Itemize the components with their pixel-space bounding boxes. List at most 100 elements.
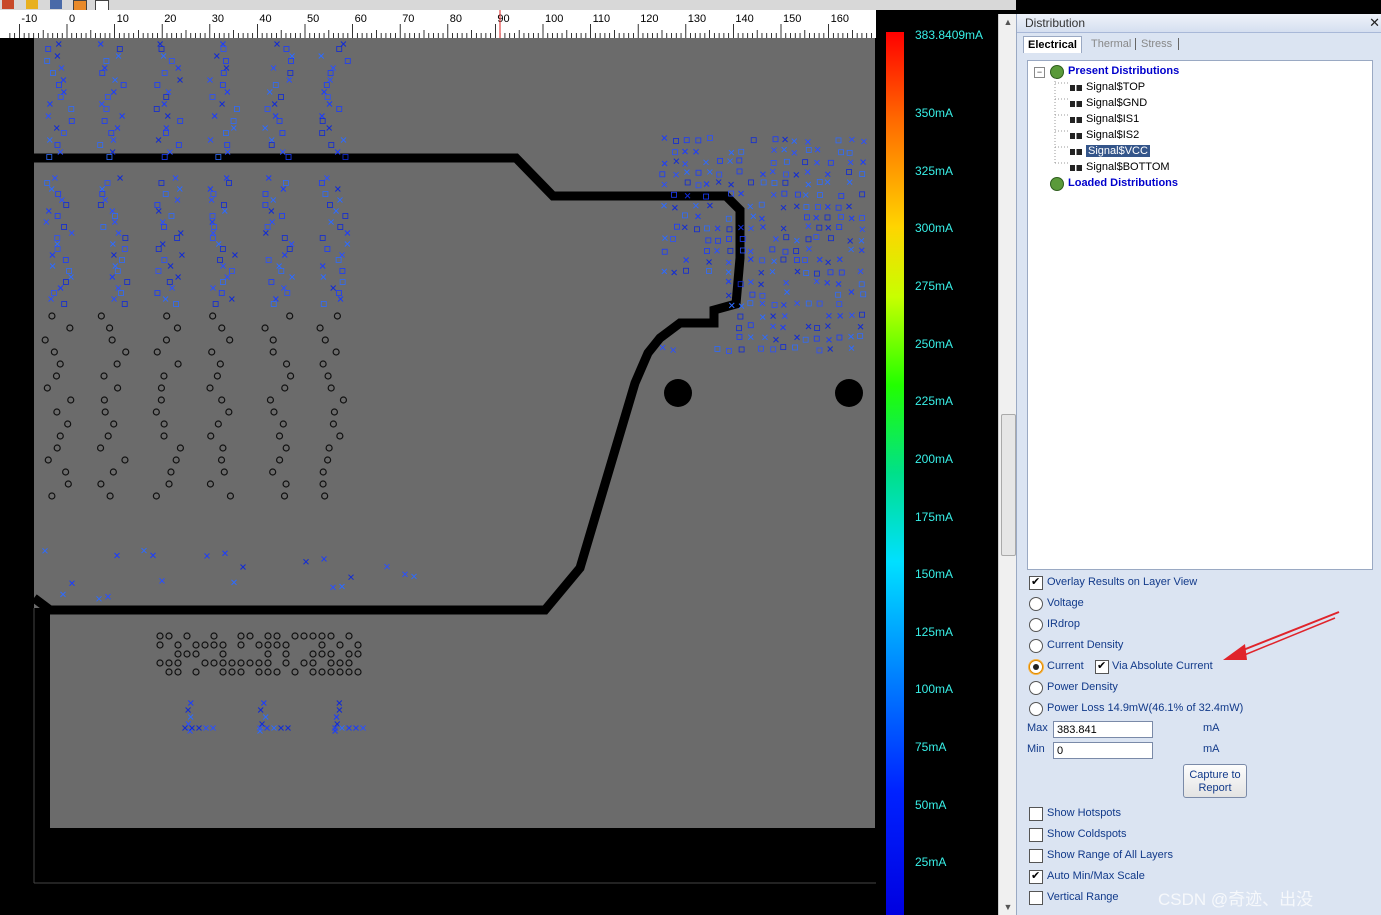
panel-titlebar: Distribution ✕ <box>1017 14 1381 33</box>
max-field[interactable]: 383.841 <box>1053 721 1153 738</box>
scale-label: 125mA <box>915 625 954 639</box>
pcb-board[interactable] <box>0 38 876 915</box>
show-range-all-layers-label: Show Range of All Layers <box>1047 849 1173 861</box>
ruler-label: 0 <box>69 13 75 25</box>
voltage-label: Voltage <box>1047 597 1084 609</box>
tab-electrical[interactable]: Electrical <box>1023 36 1082 53</box>
tab-thermal[interactable]: Thermal <box>1087 36 1135 52</box>
show-hotspots-label: Show Hotspots <box>1047 807 1121 819</box>
max-label: Max <box>1027 722 1048 734</box>
signal-icon <box>1070 117 1082 123</box>
capture-button-line1: Capture to <box>1189 769 1241 781</box>
min-unit: mA <box>1203 743 1220 755</box>
tree-item-signal[interactable]: Signal$TOP <box>1086 81 1145 93</box>
auto-minmax-label: Auto Min/Max Scale <box>1047 870 1145 882</box>
panel-title: Distribution <box>1025 16 1086 30</box>
tree-item-signal[interactable]: Signal$IS1 <box>1086 113 1139 125</box>
tab-stress[interactable]: Stress <box>1137 36 1176 52</box>
horizontal-ruler: -10 0 10 20 30 40 50 60 70 80 90 100 110 120 130 140 150… <box>0 10 876 39</box>
show-hotspots-checkbox[interactable] <box>1029 807 1043 821</box>
tree-item-signal[interactable]: Signal$VCC <box>1086 145 1150 157</box>
via-absolute-checkbox[interactable] <box>1095 659 1109 674</box>
signal-icon <box>1070 149 1082 155</box>
ruler-label: 10 <box>117 13 129 25</box>
scale-label: 200mA <box>915 452 954 466</box>
max-unit: mA <box>1203 722 1220 734</box>
current-color-scale: 383.8409mA 350mA 325mA 300mA 275mA 250mA 225mA… <box>876 14 998 915</box>
ruler-label: 80 <box>450 13 462 25</box>
ruler-label: 70 <box>402 13 414 25</box>
ruler-label: 150 <box>783 13 801 25</box>
close-icon[interactable]: ✕ <box>1369 15 1380 31</box>
scale-label: 150mA <box>915 567 954 581</box>
tree-item-signal[interactable]: Signal$IS2 <box>1086 129 1139 141</box>
tab-separator <box>1178 38 1179 50</box>
scroll-down-icon[interactable]: ▼ <box>1002 901 1014 913</box>
capture-to-report-button[interactable]: Capture to Report <box>1183 764 1247 798</box>
layout-canvas[interactable] <box>0 38 876 915</box>
vertical-range-checkbox[interactable] <box>1029 891 1043 905</box>
ruler-label: 110 <box>593 13 611 25</box>
ruler-label: 20 <box>164 13 176 25</box>
ruler-label: 30 <box>212 13 224 25</box>
ruler-label: 90 <box>497 13 509 25</box>
show-coldspots-label: Show Coldspots <box>1047 828 1127 840</box>
ruler-label: 40 <box>259 13 271 25</box>
watermark: CSDN @奇迹、出没 <box>1158 890 1314 909</box>
ruler-label: -10 <box>21 13 37 25</box>
scroll-up-icon[interactable]: ▲ <box>1002 16 1014 28</box>
show-coldspots-checkbox[interactable] <box>1029 828 1043 842</box>
scroll-thumb[interactable] <box>1001 414 1016 556</box>
current-radio[interactable] <box>1029 660 1043 674</box>
power-density-radio[interactable] <box>1029 681 1043 695</box>
ruler-label: 50 <box>307 13 319 25</box>
overlay-checkbox[interactable] <box>1029 575 1043 590</box>
annotation-arrow-icon <box>1223 611 1340 660</box>
ruler-label: 140 <box>735 13 753 25</box>
current-density-radio[interactable] <box>1029 639 1043 653</box>
via-absolute-label: Via Absolute Current <box>1112 660 1213 672</box>
current-density-label: Current Density <box>1047 639 1124 651</box>
ruler-label: 100 <box>545 13 563 25</box>
power-density-label: Power Density <box>1047 681 1118 693</box>
board-bottom <box>50 828 876 915</box>
scale-label: 100mA <box>915 682 954 696</box>
tree-item-signal[interactable]: Signal$BOTTOM <box>1086 161 1170 173</box>
voltage-radio[interactable] <box>1029 597 1043 611</box>
ruler-label: 160 <box>831 13 849 25</box>
pin-icon[interactable] <box>2 0 14 9</box>
scale-label: 75mA <box>915 740 947 754</box>
irdrop-label: IRdrop <box>1047 618 1081 630</box>
tree-loaded-distributions[interactable]: Loaded Distributions <box>1068 177 1178 189</box>
tab-separator <box>1135 38 1136 50</box>
distribution-panel: Distribution ✕ Electrical Thermal Stress… <box>1016 14 1381 915</box>
ruler-label: 130 <box>688 13 706 25</box>
show-range-all-layers-checkbox[interactable] <box>1029 849 1043 863</box>
layers-icon[interactable] <box>50 0 62 9</box>
scale-label: 225mA <box>915 394 954 408</box>
ruler-ticks: -10 0 10 20 30 40 50 60 70 80 90 100 110 120 130 140 150… <box>9 10 872 38</box>
signal-icon <box>1070 165 1082 171</box>
scale-label: 175mA <box>915 510 954 524</box>
min-label: Min <box>1027 743 1045 755</box>
scale-label: 325mA <box>915 164 954 178</box>
vertical-range-label: Vertical Range <box>1047 891 1119 903</box>
min-field[interactable]: 0 <box>1053 742 1153 759</box>
scale-label: 383.8409mA <box>915 28 984 42</box>
tree-item-signal[interactable]: Signal$GND <box>1086 97 1147 109</box>
irdrop-radio[interactable] <box>1029 618 1043 632</box>
toolbar <box>0 0 1016 11</box>
folder-icon[interactable] <box>26 0 38 9</box>
distribution-tree: − Present Distributions Signal$TOP Signal… <box>1027 60 1373 570</box>
mounting-hole <box>664 379 692 407</box>
vertical-scrollbar[interactable]: ▲ ▼ <box>998 14 1017 915</box>
scale-label: 350mA <box>915 106 954 120</box>
board-edge <box>34 608 50 868</box>
signal-icon <box>1070 85 1082 91</box>
signal-icon <box>1070 101 1082 107</box>
scale-label: 300mA <box>915 221 954 235</box>
current-label: Current <box>1047 660 1084 672</box>
scale-label: 50mA <box>915 798 947 812</box>
auto-minmax-checkbox[interactable] <box>1029 869 1043 884</box>
power-loss-radio[interactable] <box>1029 702 1043 716</box>
